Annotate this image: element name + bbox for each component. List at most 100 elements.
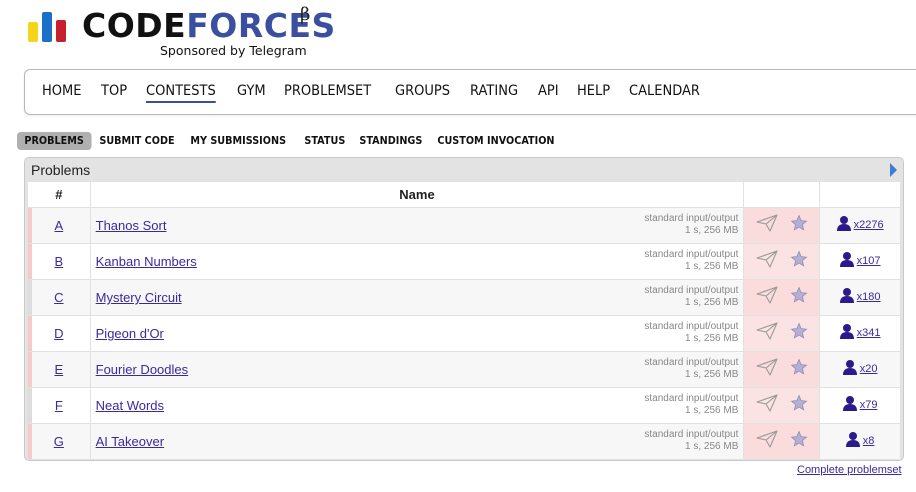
time-memory-limits: 1 s, 256 MB [685,405,739,416]
solved-count-link[interactable]: x2276 [836,215,884,234]
solved-count: x79 [859,398,878,411]
problem-solved-cell: x20 [819,351,901,388]
solved-count-link[interactable]: x180 [839,287,881,306]
menu-item-groups[interactable]: GROUPS [395,83,450,103]
submenu-item-my-submissions[interactable]: MY SUBMISSIONS [183,132,293,150]
menu-item-calendar[interactable]: CALENDAR [629,83,700,103]
problem-index-link[interactable]: F [55,398,63,413]
problem-name-cell: Pigeon d'Or standard input/output 1 s, 256… [89,315,745,352]
complete-problemset-link[interactable]: Complete problemset [797,464,902,476]
submenu-item-submit-code[interactable]: SUBMIT CODE [92,132,182,150]
time-memory-limits: 1 s, 256 MB [685,333,739,344]
problem-name-cell: Neat Words standard input/output 1 s, 256 … [89,387,745,424]
paper-plane-icon[interactable] [756,214,778,237]
problem-solved-cell: x2276 [819,207,901,244]
problem-name-cell: Fourier Doodles standard input/output 1 s,… [89,351,745,388]
problem-name-link[interactable]: AI Takeover [96,434,164,449]
menu-item-help[interactable]: HELP [577,83,610,103]
star-icon[interactable] [790,430,808,453]
codeforces-logo[interactable]: CODEFORCES β Sponsored by Telegram [28,4,348,58]
paper-plane-icon[interactable] [756,358,778,381]
logo-beta: β [300,4,311,25]
problem-actions-cell [743,315,821,352]
menu-item-rating[interactable]: RATING [470,83,518,103]
problem-index-cell: E [27,351,91,388]
paper-plane-icon[interactable] [756,322,778,345]
problem-index-link[interactable]: E [54,362,63,377]
header-index: # [27,181,91,208]
user-icon [842,395,857,414]
problem-index-link[interactable]: G [54,434,64,449]
header-solved [819,181,901,208]
time-memory-limits: 1 s, 256 MB [685,261,739,272]
problem-limits: standard input/output 1 s, 256 MB [644,321,738,345]
main-menu: HOME TOP CONTESTS GYM PROBLEMSET GROUPS RATING… [24,69,916,115]
problem-solved-cell: x8 [819,423,901,460]
problem-index-cell: F [27,387,91,424]
user-icon [836,215,851,234]
menu-item-contests[interactable]: CONTESTS [145,83,216,103]
star-icon[interactable] [790,250,808,273]
menu-item-problemset[interactable]: PROBLEMSET [284,83,371,103]
menu-item-api[interactable]: API [538,83,559,103]
paper-plane-icon[interactable] [756,394,778,417]
solved-count-link[interactable]: x8 [845,431,874,450]
problem-name-link[interactable]: Fourier Doodles [96,362,189,377]
problem-index-cell: D [27,315,91,352]
io-type: standard input/output [644,393,739,404]
problem-row: A Thanos Sort standard input/output 1 s, 25… [27,207,901,244]
arrow-right-icon[interactable] [890,163,897,177]
problem-name-link[interactable]: Thanos Sort [96,218,167,233]
problems-table: # Name A Thanos Sort standard input/output… [27,181,901,460]
menu-item-home[interactable]: HOME [42,83,82,103]
solved-count-link[interactable]: x341 [839,323,881,342]
problem-index-link[interactable]: B [54,254,63,269]
problem-name-link[interactable]: Neat Words [96,398,164,413]
time-memory-limits: 1 s, 256 MB [685,297,739,308]
time-memory-limits: 1 s, 256 MB [685,225,739,236]
logo-text: CODEFORCES [82,6,336,45]
paper-plane-icon[interactable] [756,430,778,453]
problem-solved-cell: x341 [819,315,901,352]
problem-name-link[interactable]: Mystery Circuit [96,290,182,305]
problem-limits: standard input/output 1 s, 256 MB [644,249,738,273]
star-icon[interactable] [790,286,808,309]
solved-count: x180 [856,290,881,303]
problem-actions-cell [743,207,821,244]
problem-index-cell: C [27,279,91,316]
problems-box-title: Problems [31,162,91,178]
problem-limits: standard input/output 1 s, 256 MB [644,285,738,309]
problem-name-link[interactable]: Pigeon d'Or [96,326,164,341]
menu-item-gym[interactable]: GYM [237,83,266,103]
solved-count: x107 [856,254,881,267]
header-name: Name [89,181,745,208]
menu-item-top[interactable]: TOP [101,83,127,103]
io-type: standard input/output [644,249,739,260]
header-actions [743,181,821,208]
submenu-item-custom-invocation[interactable]: CUSTOM INVOCATION [430,132,562,150]
problem-name-link[interactable]: Kanban Numbers [96,254,197,269]
star-icon[interactable] [790,322,808,345]
problem-index-link[interactable]: A [54,218,63,233]
solved-count-link[interactable]: x79 [842,395,878,414]
star-icon[interactable] [790,358,808,381]
problem-name-cell: Kanban Numbers standard input/output 1 s, … [89,243,745,280]
problem-index-link[interactable]: D [54,326,63,341]
second-level-menu: PROBLEMS SUBMIT CODE MY SUBMISSIONS STATUS S… [17,132,568,150]
paper-plane-icon[interactable] [756,250,778,273]
submenu-item-problems[interactable]: PROBLEMS [17,132,92,150]
problems-box: Problems # Name A Thanos Sort standard inp… [24,157,904,461]
problem-row: F Neat Words standard input/output 1 s, 256… [27,387,901,424]
problem-index-link[interactable]: C [54,290,63,305]
user-icon [845,431,860,450]
problem-row: B Kanban Numbers standard input/output 1 s,… [27,243,901,280]
problem-name-cell: Mystery Circuit standard input/output 1 s,… [89,279,745,316]
star-icon[interactable] [790,214,808,237]
submenu-item-status[interactable]: STATUS [297,132,353,150]
paper-plane-icon[interactable] [756,286,778,309]
solved-count-link[interactable]: x107 [839,251,881,270]
star-icon[interactable] [790,394,808,417]
submenu-item-standings[interactable]: STANDINGS [352,132,430,150]
problem-row: E Fourier Doodles standard input/output 1 s… [27,351,901,388]
solved-count-link[interactable]: x20 [842,359,877,378]
